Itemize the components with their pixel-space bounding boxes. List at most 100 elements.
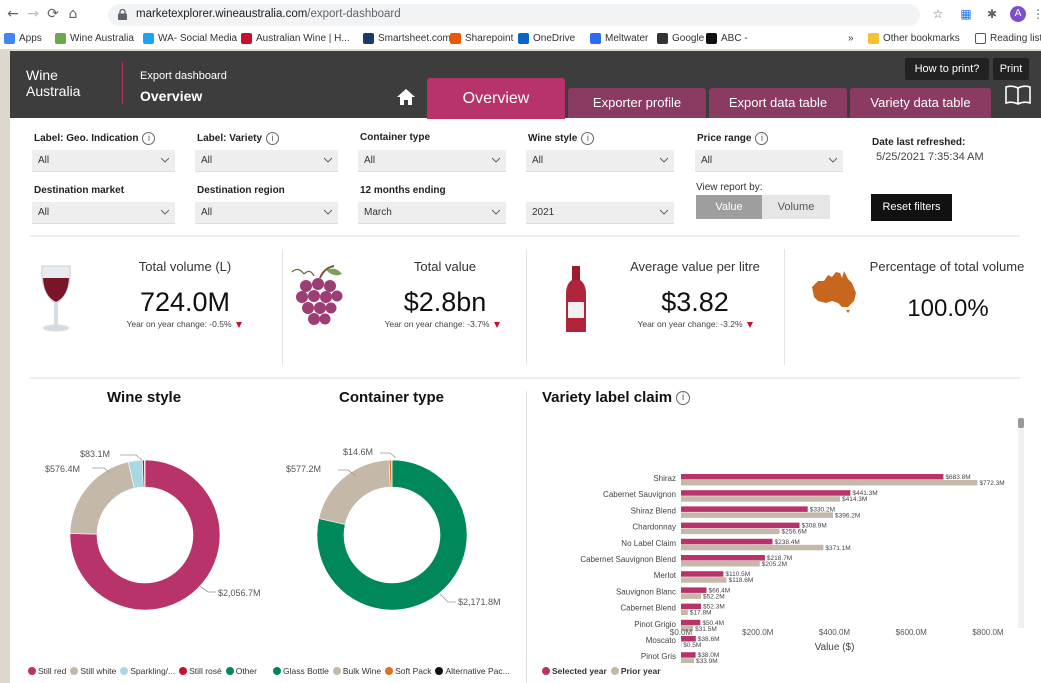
legend-item[interactable]: Bulk Wine [332,666,381,676]
how-to-print-button[interactable]: How to print? [905,58,989,80]
menu-icon[interactable]: ⋮ [1030,6,1041,22]
bookmark-item[interactable]: Wine Australia [55,33,134,44]
extension-windows-icon[interactable]: ▦ [958,6,974,22]
url-host: marketexplorer.wineaustralia.com [136,8,308,20]
back-icon[interactable]: ← [4,5,22,23]
donut-slice-other[interactable] [144,459,146,488]
bar-selected-year[interactable] [681,619,701,626]
book-icon[interactable] [1004,84,1032,106]
price-select[interactable]: All [695,150,843,172]
donut-slice-bulk-wine[interactable] [318,459,391,525]
chart-scroll-thumb[interactable] [1018,418,1024,428]
reading-list[interactable]: Reading list [975,33,1041,44]
bar-data-label: $371.1M [825,545,850,552]
bar-prior-year[interactable] [681,609,688,616]
other-bookmarks[interactable]: Other bookmarks [868,33,960,44]
bar-selected-year[interactable] [681,474,944,480]
bookmark-item[interactable]: OneDrive [518,33,575,44]
bookmark-item[interactable]: Australian Wine | H... [241,33,350,44]
reset-filters-button[interactable]: Reset filters [871,194,952,221]
page-subtitle: Export dashboard [140,70,227,82]
tab-export-data-table[interactable]: Export data table [709,88,847,118]
legend-item[interactable]: Soft Pack [385,666,431,676]
wine-style-legend: Still red Still white Sparkling/... Still r… [28,666,261,676]
legend-item[interactable]: Glass Bottle [273,666,329,676]
bookmark-item[interactable]: Meltwater [590,33,648,44]
legend-dot [273,667,281,675]
region-select[interactable]: All [195,202,338,224]
url-bar[interactable]: marketexplorer.wineaustralia.com/export-… [108,4,920,26]
bar-selected-year[interactable] [681,555,765,561]
reload-icon[interactable]: ⟳ [44,5,62,23]
container-type-donut[interactable] [312,455,472,615]
bar-data-label: $256.6M [781,529,806,536]
bar-selected-year[interactable] [681,538,773,545]
bar-selected-year[interactable] [681,490,851,496]
wine-style-select[interactable]: All [526,150,674,172]
bar-prior-year[interactable] [681,544,824,551]
info-icon[interactable]: i [266,132,280,145]
bookmark-item[interactable]: Google [657,33,704,44]
bookmark-item[interactable]: Smartsheet.com [363,33,451,44]
profile-avatar[interactable]: A [1010,6,1026,22]
bar-selected-year[interactable] [681,522,800,529]
legend-item[interactable]: Other [225,666,257,676]
bar-prior-year[interactable] [681,496,840,502]
market-select[interactable]: All [32,202,175,224]
bar-selected-year[interactable] [681,652,696,658]
legend-label: Glass Bottle [283,666,329,676]
bar-prior-year[interactable] [681,512,834,518]
variety-select[interactable]: All [195,150,338,172]
bar-selected-year[interactable] [681,506,808,512]
bar-prior-year[interactable] [681,658,695,663]
bar-selected-year[interactable] [681,571,724,577]
geo-select[interactable]: All [32,150,175,172]
bar-prior-year[interactable] [681,480,978,486]
bookmark-item[interactable]: Sharepoint [450,33,513,44]
home-browser-icon[interactable]: ⌂ [64,5,82,23]
tab-overview[interactable]: Overview [427,78,565,119]
bar-selected-year[interactable] [681,587,707,593]
x-tick-label: $400.0M [819,628,850,637]
puzzle-icon[interactable]: ✱ [984,6,1000,22]
star-icon[interactable]: ☆ [930,6,946,22]
bar-prior-year[interactable] [681,593,702,599]
tab-variety-data-table[interactable]: Variety data table [850,88,991,118]
price-value: All [701,155,713,166]
view-value-toggle[interactable]: Value [696,195,762,219]
wine-style-donut[interactable] [65,455,225,615]
legend-item[interactable]: Still white [70,666,116,676]
bar-prior-year[interactable] [681,561,760,567]
legend-item[interactable]: Selected year [542,666,607,676]
region-label: Destination region [197,185,285,196]
view-volume-toggle[interactable]: Volume [762,195,830,219]
print-button[interactable]: Print [993,58,1029,80]
bar-selected-year[interactable] [681,603,702,610]
legend-item[interactable]: Sparkling/... [120,666,175,676]
bookmark-item[interactable]: Apps [4,33,42,44]
bookmarks-overflow[interactable]: » [848,33,854,44]
chart-scrollbar[interactable] [1018,418,1024,628]
variety-bar-chart[interactable]: Shiraz $683.8M $772.3M Cabernet Sauvignon $4… [530,417,1018,663]
info-icon[interactable]: i [755,132,769,145]
container-select[interactable]: All [358,150,506,172]
info-icon[interactable]: i [676,391,691,406]
months-select[interactable]: March [358,202,506,224]
bookmark-item[interactable]: ABC - [706,33,748,44]
legend-item[interactable]: Prior year [610,666,661,676]
bar-prior-year[interactable] [681,642,682,648]
bookmark-item[interactable]: WA- Social Media [143,33,237,44]
wine-style-label-red: $2,056.7M [218,588,261,598]
year-select[interactable]: 2021 [526,202,674,224]
tab-exporter-profile[interactable]: Exporter profile [568,88,706,118]
home-icon[interactable] [395,87,417,107]
info-icon[interactable]: i [581,132,595,145]
bar-prior-year[interactable] [681,528,780,535]
legend-item[interactable]: Still rosé [179,666,222,676]
legend-item[interactable]: Alternative Pac... [435,666,510,676]
forward-icon[interactable]: → [24,5,42,23]
legend-item[interactable]: Still red [28,666,66,676]
legend-label: Soft Pack [395,666,432,676]
bar-prior-year[interactable] [681,577,727,583]
info-icon[interactable]: i [142,132,156,145]
